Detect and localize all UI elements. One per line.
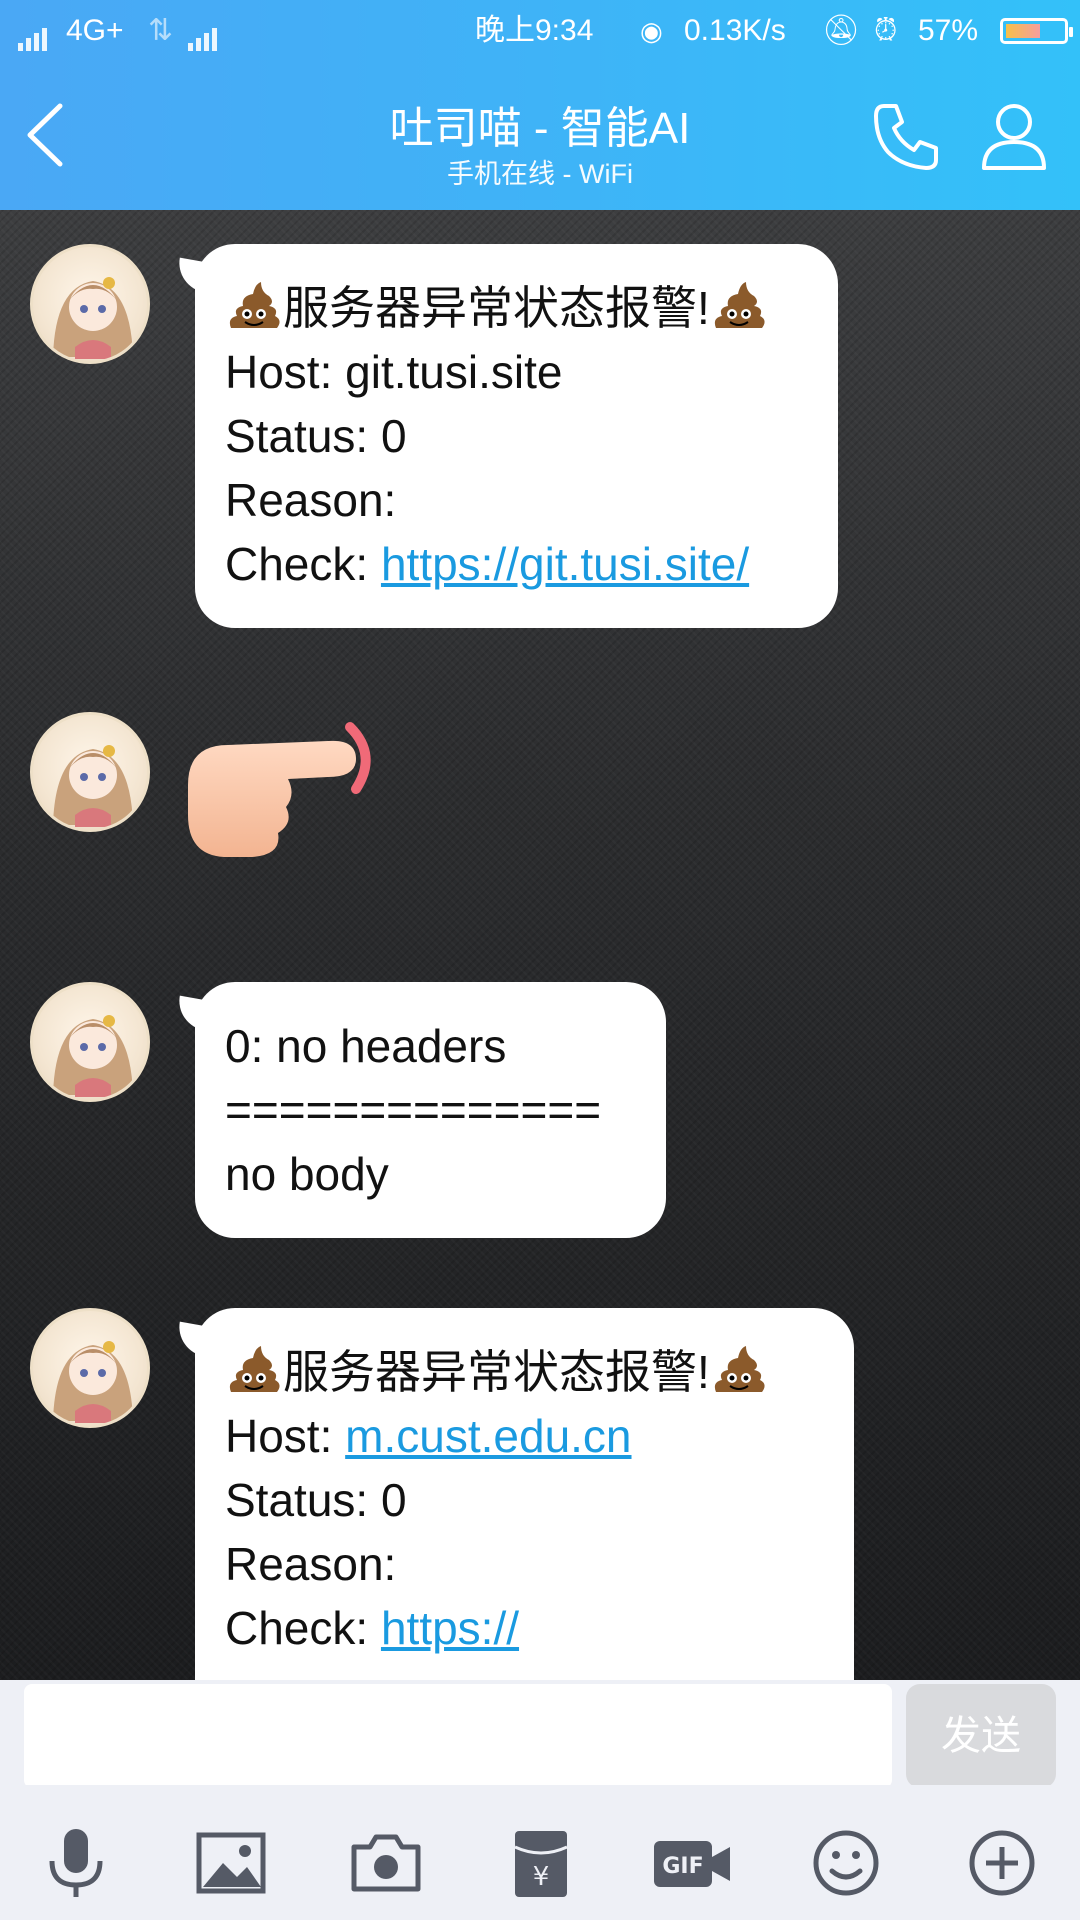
message-bubble[interactable]: 0: no headers ============== no body [195,982,666,1238]
signal-icon [18,12,50,52]
chat-area[interactable]: 服务器异常状态报警! Host: git.tusi.site Status: 0… [0,210,1080,1680]
svg-text:¥: ¥ [533,1862,550,1892]
pointing-finger-sticker[interactable] [178,715,398,865]
reason-line: Reason: [225,1538,397,1590]
emoji-icon[interactable] [808,1825,884,1901]
host-value: git.tusi.site [345,346,563,398]
alert-line: 服务器异常状态报警! [225,276,808,340]
red-packet-icon[interactable]: ¥ [503,1825,579,1901]
check-link[interactable]: https://git.tusi.site/ [381,538,749,590]
message-line: no body [225,1148,389,1200]
svg-text:GIF: GIF [662,1854,703,1879]
check-label: Check: [225,1602,381,1654]
host-line: Host: git.tusi.site [225,340,808,404]
vpn-icon: ◉ [640,16,663,46]
avatar[interactable] [30,244,150,364]
message-bubble[interactable]: 服务器异常状态报警! Host: m.cust.edu.cn Status: 0… [195,1308,854,1680]
mute-icon: 🔕︎ [822,14,861,47]
camera-icon[interactable] [348,1825,424,1901]
pile-of-poo-icon [229,1346,280,1392]
host-link[interactable]: m.cust.edu.cn [345,1410,631,1462]
check-line: Check: https:// [225,1596,824,1660]
status-line: Status: 0 [225,410,407,462]
check-label: Check: [225,538,381,590]
host-label: Host: [225,1410,346,1462]
pile-of-poo-icon [714,282,765,328]
plus-icon[interactable] [964,1825,1040,1901]
avatar[interactable] [30,712,150,832]
message-line: 0: no headers [225,1020,507,1072]
status-bar: 4G+ ⇅ 晚上9:34 ◉ 0.13K/s 🔕︎ ⏰︎ 57% [0,0,1080,62]
avatar[interactable] [30,1308,150,1428]
title-bar: 4G+ ⇅ 晚上9:34 ◉ 0.13K/s 🔕︎ ⏰︎ 57% 吐司喵 - 智… [0,0,1080,210]
avatar[interactable] [30,982,150,1102]
host-line: Host: m.cust.edu.cn [225,1404,824,1468]
data-transfer-icon: ⇅ [148,14,174,47]
message-bubble[interactable]: 服务器异常状态报警! Host: git.tusi.site Status: 0… [195,244,838,628]
battery-icon [1000,18,1073,44]
signal-icon-2 [188,12,220,52]
microphone-icon[interactable] [38,1825,114,1901]
alert-text: 服务器异常状态报警! [283,1346,710,1398]
pile-of-poo-icon [229,282,280,328]
check-line: Check: https://git.tusi.site/ [225,532,808,596]
network-type: 4G+ [66,14,124,47]
clock: 晚上9:34 [475,14,594,47]
alarm-icon: ⏰︎ [874,14,898,47]
phone-icon[interactable] [870,98,946,174]
check-link[interactable]: https:// [381,1602,519,1654]
image-icon[interactable] [193,1825,269,1901]
alert-line: 服务器异常状态报警! [225,1340,824,1404]
reason-line: Reason: [225,474,397,526]
send-button[interactable]: 发送 [906,1684,1056,1788]
pile-of-poo-icon [714,1346,765,1392]
message-line: ============== [225,1084,602,1136]
alert-text: 服务器异常状态报警! [283,282,710,334]
host-label: Host: [225,346,346,398]
input-toolbar: ¥ GIF [0,1785,1080,1920]
battery-percent: 57% [918,14,979,47]
gif-icon[interactable]: GIF [650,1825,736,1901]
profile-icon[interactable] [976,98,1052,174]
input-bar: 发送 [0,1680,1080,1788]
network-speed: 0.13K/s [684,14,786,47]
message-input[interactable] [24,1684,892,1788]
status-line: Status: 0 [225,1474,407,1526]
